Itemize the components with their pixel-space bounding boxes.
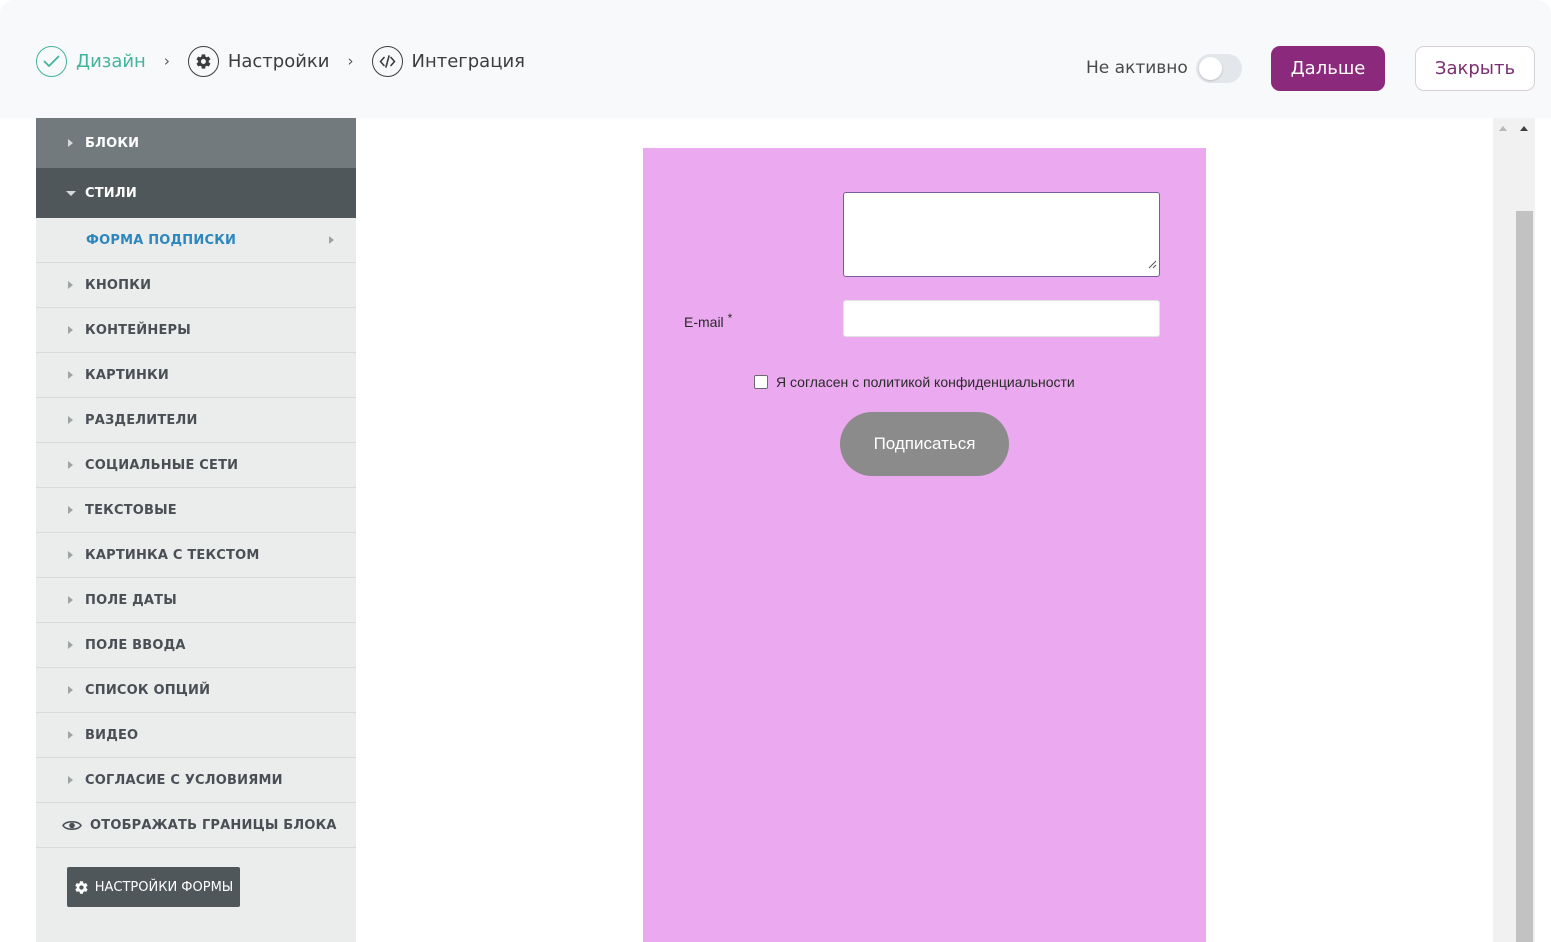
eye-icon <box>62 819 82 832</box>
sidebar-item-label: ТЕКСТОВЫЕ <box>85 502 177 518</box>
gear-icon <box>187 45 219 77</box>
caret-right-icon <box>68 281 73 289</box>
sidebar-item-label: КОНТЕЙНЕРЫ <box>85 322 191 338</box>
caret-down-icon <box>66 190 76 196</box>
sidebar-item-label: ФОРМА ПОДПИСКИ <box>86 232 237 248</box>
sidebar-section-label: СТИЛИ <box>85 185 137 201</box>
sidebar-item-label: КАРТИНКА С ТЕКСТОМ <box>85 547 260 563</box>
step-settings-label: Настройки <box>227 50 330 72</box>
sidebar-item-label: КНОПКИ <box>85 277 152 293</box>
sidebar-item-label: ВИДЕО <box>85 727 139 743</box>
sidebar-item-label: СОГЛАСИЕ С УСЛОВИЯМИ <box>85 772 283 788</box>
sidebar-item-video[interactable]: ВИДЕО <box>36 713 356 758</box>
email-label-text: E-mail <box>684 314 724 330</box>
scroll-up-arrow-icon[interactable] <box>1520 126 1528 131</box>
caret-right-icon <box>68 686 73 694</box>
caret-right-icon <box>68 461 73 469</box>
show-block-borders-toggle[interactable]: ОТОБРАЖАТЬ ГРАНИЦЫ БЛОКА <box>36 803 356 848</box>
sidebar-item-images[interactable]: КАРТИНКИ <box>36 353 356 398</box>
caret-right-icon <box>68 551 73 559</box>
email-label: E-mail * <box>684 311 732 330</box>
sidebar-item-label: СОЦИАЛЬНЫЕ СЕТИ <box>85 457 239 473</box>
step-settings[interactable]: Настройки <box>187 45 330 77</box>
code-icon <box>371 45 403 77</box>
resize-grip-icon[interactable] <box>1148 256 1157 274</box>
privacy-consent[interactable]: Я согласен с политикой конфиденциальност… <box>754 374 1075 390</box>
vertical-scrollbar[interactable] <box>1493 118 1535 942</box>
scroll-up-arrow-icon[interactable] <box>1499 126 1507 131</box>
next-button[interactable]: Дальше <box>1271 46 1385 91</box>
step-design-label: Дизайн <box>76 50 146 72</box>
chevron-right-icon <box>329 236 334 244</box>
sidebar-item-dividers[interactable]: РАЗДЕЛИТЕЛИ <box>36 398 356 443</box>
caret-right-icon <box>68 776 73 784</box>
caret-right-icon <box>68 596 73 604</box>
required-mark: * <box>727 311 733 325</box>
active-toggle[interactable] <box>1196 54 1242 83</box>
sidebar-item-subscription-form[interactable]: ФОРМА ПОДПИСКИ <box>36 218 356 263</box>
consent-label: Я согласен с политикой конфиденциальност… <box>776 374 1075 390</box>
sidebar-section-styles[interactable]: СТИЛИ <box>36 168 356 218</box>
gear-icon <box>74 880 89 895</box>
preview-canvas: E-mail * Я согласен с политикой конфиденц… <box>356 118 1493 942</box>
check-icon <box>36 45 67 77</box>
sidebar-section-label: БЛОКИ <box>85 135 140 151</box>
subscription-form-preview[interactable]: E-mail * Я согласен с политикой конфиденц… <box>643 148 1206 942</box>
sidebar-item-text[interactable]: ТЕКСТОВЫЕ <box>36 488 356 533</box>
step-integration[interactable]: Интеграция <box>371 45 525 77</box>
sidebar-item-date-field[interactable]: ПОЛЕ ДАТЫ <box>36 578 356 623</box>
step-integration-label: Интеграция <box>411 50 525 72</box>
close-button[interactable]: Закрыть <box>1415 46 1535 91</box>
caret-right-icon <box>68 506 73 514</box>
sidebar-item-containers[interactable]: КОНТЕЙНЕРЫ <box>36 308 356 353</box>
sidebar-item-terms-consent[interactable]: СОГЛАСИЕ С УСЛОВИЯМИ <box>36 758 356 803</box>
wizard-steps: Дизайн › Настройки › Интеграция <box>36 45 525 77</box>
caret-right-icon <box>68 731 73 739</box>
styles-sidebar: БЛОКИ СТИЛИ ФОРМА ПОДПИСКИ КНОПКИ КОНТЕЙ… <box>36 118 356 942</box>
sidebar-item-label: ПОЛЕ ВВОДА <box>85 637 186 653</box>
sidebar-item-label: СПИСОК ОПЦИЙ <box>85 682 211 698</box>
form-settings-label: НАСТРОЙКИ ФОРМЫ <box>94 879 234 895</box>
sidebar-item-buttons[interactable]: КНОПКИ <box>36 263 356 308</box>
consent-checkbox[interactable] <box>754 375 768 389</box>
caret-right-icon <box>68 641 73 649</box>
step-separator: › <box>347 52 354 70</box>
form-settings-button[interactable]: НАСТРОЙКИ ФОРМЫ <box>67 867 240 907</box>
step-separator: › <box>163 52 170 70</box>
subscribe-button[interactable]: Подписаться <box>840 412 1009 476</box>
sidebar-item-label: ПОЛЕ ДАТЫ <box>85 592 177 608</box>
sidebar-item-image-text[interactable]: КАРТИНКА С ТЕКСТОМ <box>36 533 356 578</box>
status-label: Не активно <box>1086 58 1188 78</box>
sidebar-item-label: КАРТИНКИ <box>85 367 169 383</box>
caret-right-icon <box>68 371 73 379</box>
toggle-knob <box>1199 57 1222 80</box>
sidebar-item-social[interactable]: СОЦИАЛЬНЫЕ СЕТИ <box>36 443 356 488</box>
message-textarea[interactable] <box>843 192 1160 277</box>
caret-right-icon <box>68 139 73 147</box>
email-input[interactable] <box>843 300 1160 337</box>
sidebar-item-option-list[interactable]: СПИСОК ОПЦИЙ <box>36 668 356 713</box>
step-design[interactable]: Дизайн <box>36 45 146 77</box>
show-borders-label: ОТОБРАЖАТЬ ГРАНИЦЫ БЛОКА <box>90 817 337 833</box>
caret-right-icon <box>68 416 73 424</box>
sidebar-section-blocks[interactable]: БЛОКИ <box>36 118 356 168</box>
top-bar: Дизайн › Настройки › Интеграция Не актив… <box>0 0 1551 118</box>
scrollbar-thumb[interactable] <box>1516 211 1533 942</box>
caret-right-icon <box>68 326 73 334</box>
sidebar-item-input-field[interactable]: ПОЛЕ ВВОДА <box>36 623 356 668</box>
sidebar-item-label: РАЗДЕЛИТЕЛИ <box>85 412 198 428</box>
